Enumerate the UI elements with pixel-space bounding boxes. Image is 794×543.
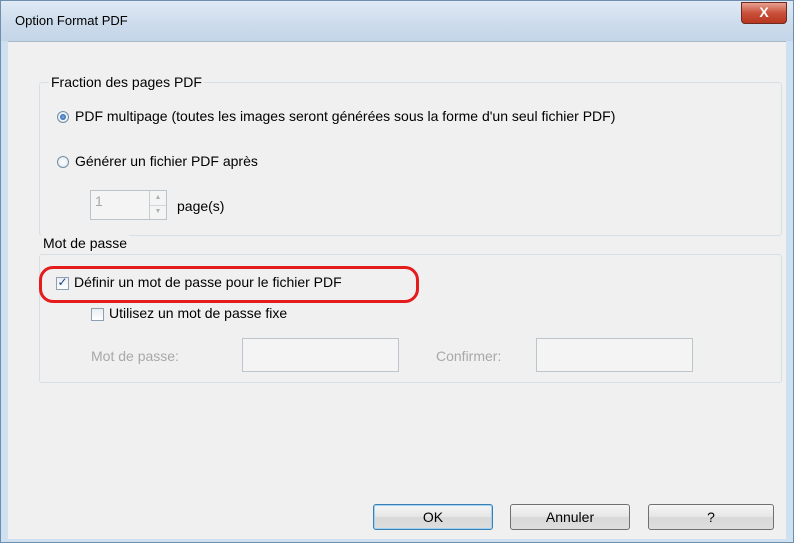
close-icon: X [759, 4, 769, 20]
window-title: Option Format PDF [15, 13, 128, 28]
pages-spinner-value: 1 [95, 193, 103, 209]
title-bar[interactable]: Option Format PDF X [1, 1, 793, 41]
pages-unit-label: page(s) [177, 198, 225, 214]
fixed-password-label[interactable]: Utilisez un mot de passe fixe [109, 305, 287, 321]
set-password-label[interactable]: Définir un mot de passe pour le fichier … [74, 274, 342, 290]
fixed-password-checkbox[interactable] [91, 308, 104, 321]
confirm-field-label: Confirmer: [436, 348, 502, 364]
multipage-label[interactable]: PDF multipage (toutes les images seront … [75, 108, 615, 124]
spinner-up-icon[interactable]: ▲ [150, 191, 166, 206]
radio-selected-dot [60, 114, 66, 120]
generate-after-label[interactable]: Générer un fichier PDF après [75, 153, 258, 169]
help-button[interactable]: ? [648, 504, 774, 530]
cancel-button[interactable]: Annuler [510, 504, 630, 530]
dialog-window: Option Format PDF X Fraction des pages P… [0, 0, 794, 543]
spinner-buttons: ▲ ▼ [149, 191, 166, 219]
ok-button[interactable]: OK [373, 504, 493, 530]
multipage-radio[interactable] [57, 111, 69, 123]
set-password-checkbox[interactable]: ✓ [56, 275, 69, 290]
close-button[interactable]: X [741, 2, 787, 24]
password-group-title: Mot de passe [41, 235, 130, 251]
fraction-group-title: Fraction des pages PDF [49, 74, 204, 90]
password-field-label: Mot de passe: [91, 348, 179, 364]
password-input[interactable] [242, 338, 399, 372]
checkmark-icon: ✓ [57, 275, 68, 289]
generate-after-radio[interactable] [57, 156, 69, 168]
pages-spinner[interactable]: 1 ▲ ▼ [90, 190, 167, 220]
spinner-down-icon[interactable]: ▼ [150, 205, 166, 219]
dialog-body: Fraction des pages PDF PDF multipage (to… [8, 41, 786, 539]
confirm-input[interactable] [536, 338, 693, 372]
